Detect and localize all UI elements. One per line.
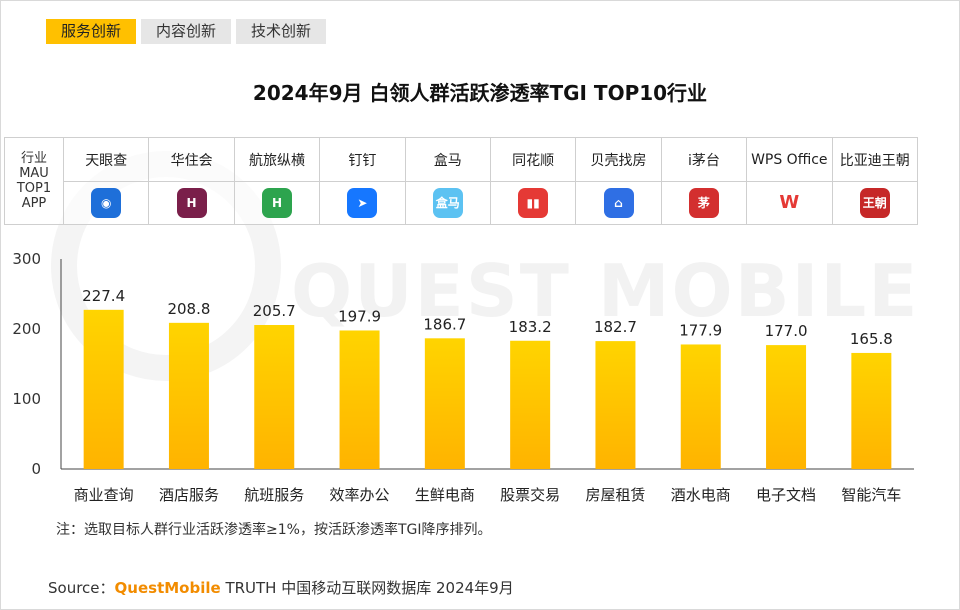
bar — [168, 322, 209, 469]
bar-value-label: 165.8 — [850, 330, 893, 348]
bar-value-label: 177.0 — [765, 322, 808, 340]
x-tick-label: 商业查询 — [74, 486, 134, 504]
bar — [424, 338, 465, 469]
bar-value-label: 197.9 — [338, 307, 381, 325]
source-brand: QuestMobile — [114, 579, 221, 597]
x-tick-label: 航班服务 — [244, 486, 304, 504]
x-tick-label: 电子文档 — [756, 486, 816, 504]
x-tick-label: 酒店服务 — [159, 486, 219, 504]
x-tick-label: 房屋租赁 — [585, 486, 645, 504]
bar — [83, 309, 124, 469]
bar-chart: 300 200 100 0 227.4 商业查询 208.8 酒店服务 205.7 航班服务 197… — [12, 250, 914, 504]
bar — [766, 345, 807, 469]
x-tick-label: 生鲜电商 — [415, 486, 475, 504]
x-tick-label: 酒水电商 — [671, 486, 731, 504]
x-tick-label: 智能汽车 — [841, 486, 901, 504]
bar — [510, 340, 551, 469]
bar — [339, 330, 380, 469]
y-tick-label: 200 — [12, 320, 41, 338]
bar — [851, 352, 892, 469]
chart-note: 注：选取目标人群行业活跃渗透率≥1%，按活跃渗透率TGI降序排列。 — [56, 522, 492, 538]
x-tick-label: 股票交易 — [500, 486, 560, 504]
y-tick-label: 300 — [12, 250, 41, 268]
source-prefix: Source： — [48, 579, 115, 597]
bar-value-label: 227.4 — [82, 287, 125, 305]
bar-value-label: 182.7 — [594, 318, 637, 336]
bar — [595, 341, 636, 469]
bar-value-label: 177.9 — [679, 321, 722, 339]
source-rest: TRUTH 中国移动互联网数据库 2024年9月 — [220, 579, 514, 597]
chart-page: QUEST MOBILE 服务创新 内容创新 技术创新 2024年9月 白领人群… — [0, 0, 960, 610]
x-tick-label: 效率办公 — [330, 486, 390, 504]
bar — [680, 344, 721, 469]
y-tick-label: 100 — [12, 390, 41, 408]
source-line: Source：QuestMobile TRUTH 中国移动互联网数据库 2024… — [48, 577, 514, 598]
bar-value-label: 186.7 — [423, 315, 466, 333]
bar-value-label: 183.2 — [509, 318, 552, 336]
y-tick-label: 0 — [31, 460, 41, 478]
bar-value-label: 205.7 — [253, 302, 296, 320]
bar — [254, 325, 295, 469]
bar-value-label: 208.8 — [167, 300, 210, 318]
